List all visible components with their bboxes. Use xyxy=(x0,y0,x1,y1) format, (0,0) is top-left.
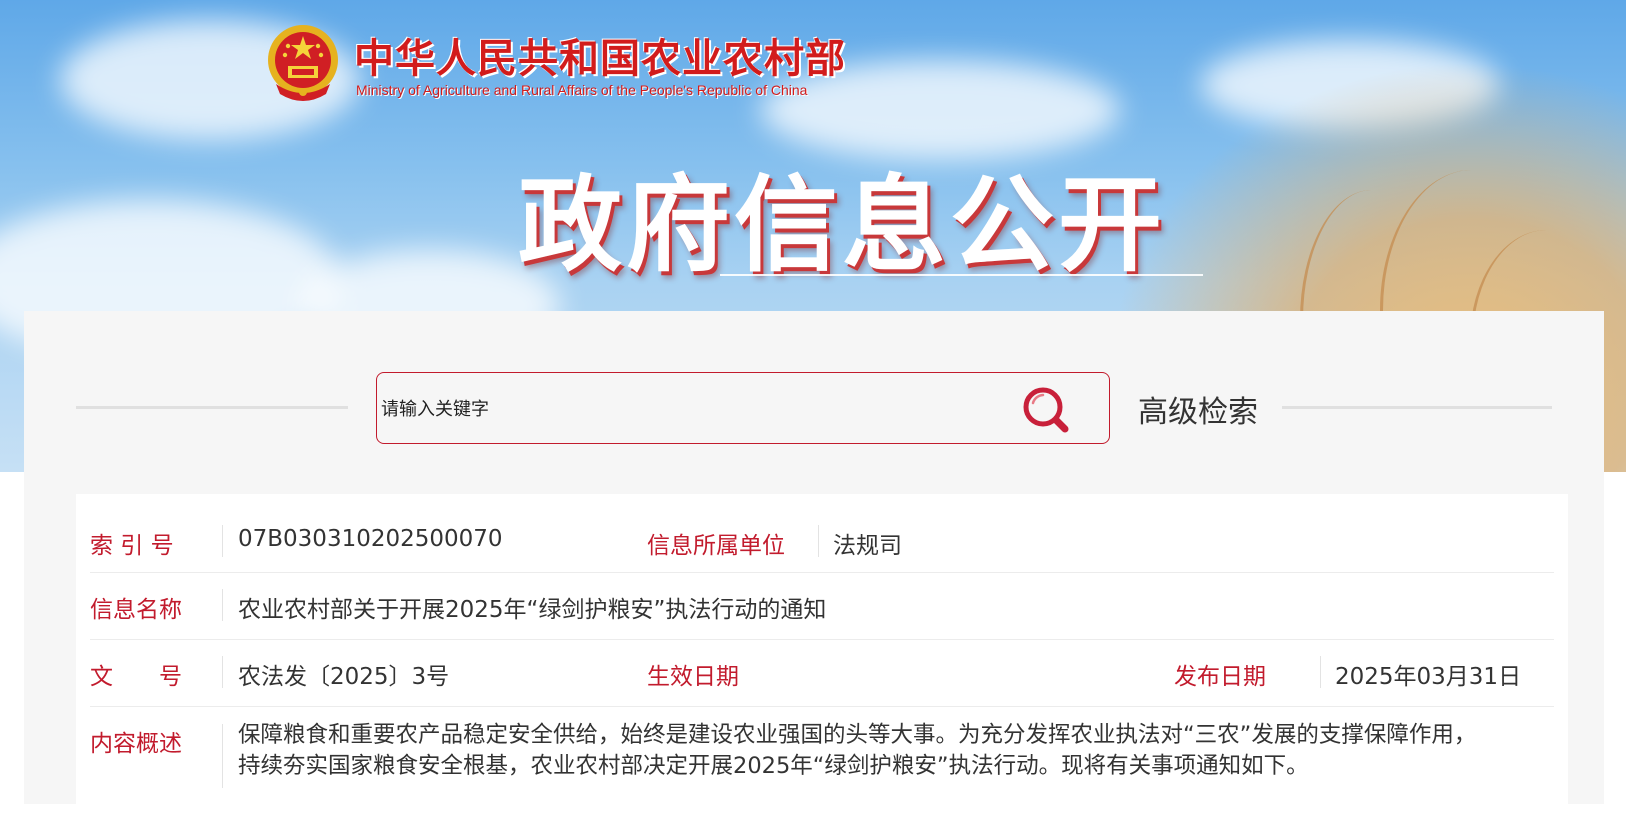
info-row-summary: 内容概述 保障粮食和重要农产品稳定安全供给，始终是建设农业强国的头等大事。为充分… xyxy=(90,706,1554,806)
column-separator xyxy=(222,589,223,621)
summary-label: 内容概述 xyxy=(90,731,182,757)
banner-title: 政府信息公开 xyxy=(518,164,1167,286)
search-divider-left xyxy=(76,406,348,409)
summary-text: 保障粮食和重要农产品稳定安全供给，始终是建设农业强国的头等大事。为充分发挥农业执… xyxy=(238,720,1528,782)
column-separator xyxy=(222,724,223,788)
column-separator xyxy=(222,656,223,688)
index-value: 07B030310202500070 xyxy=(238,526,503,552)
magnifier-icon[interactable] xyxy=(1021,385,1075,435)
info-row-index: 索 引 号 07B030310202500070 信息所属单位 法规司 xyxy=(90,494,1554,573)
site-logo[interactable]: 中华人民共和国农业农村部 Ministry of Agriculture and… xyxy=(266,22,845,106)
search-divider-right xyxy=(1282,406,1552,409)
info-row-name: 信息名称 农业农村部关于开展2025年“绿剑护粮安”执法行动的通知 xyxy=(90,572,1554,640)
advanced-search-link[interactable]: 高级检索 xyxy=(1138,387,1258,431)
search-input[interactable] xyxy=(379,391,983,427)
document-info-table: 索 引 号 07B030310202500070 信息所属单位 法规司 信息名称… xyxy=(76,494,1568,814)
name-value: 农业农村部关于开展2025年“绿剑护粮安”执法行动的通知 xyxy=(238,597,827,623)
banner-divider xyxy=(720,274,1203,276)
index-label: 索 引 号 xyxy=(90,533,174,559)
summary-line-2: 持续夯实国家粮食安全根基，农业农村部决定开展2025年“绿剑护粮安”执法行动。现… xyxy=(238,753,1309,779)
info-row-docno: 文 号 农法发〔2025〕3号 生效日期 发布日期 2025年03月31日 xyxy=(90,639,1554,707)
publish-date-value: 2025年03月31日 xyxy=(1335,664,1522,690)
publish-date-label: 发布日期 xyxy=(1174,664,1266,690)
column-separator xyxy=(818,525,819,557)
doc-no-label: 文 号 xyxy=(90,664,182,690)
site-title-en: Ministry of Agriculture and Rural Affair… xyxy=(356,82,808,98)
site-title-zh: 中华人民共和国农业农村部 xyxy=(354,36,846,82)
doc-no-value: 农法发〔2025〕3号 xyxy=(238,664,450,690)
search-box xyxy=(376,372,1110,444)
effective-date-label: 生效日期 xyxy=(647,664,739,690)
national-emblem-icon xyxy=(268,25,338,101)
column-separator xyxy=(1320,656,1321,688)
summary-line-1: 保障粮食和重要农产品稳定安全供给，始终是建设农业强国的头等大事。为充分发挥农业执… xyxy=(238,722,1477,748)
unit-value: 法规司 xyxy=(833,533,902,559)
name-label: 信息名称 xyxy=(90,597,182,623)
content-panel: 高级检索 索 引 号 07B030310202500070 信息所属单位 法规司… xyxy=(24,311,1604,814)
column-separator xyxy=(222,525,223,557)
unit-label: 信息所属单位 xyxy=(647,533,785,559)
